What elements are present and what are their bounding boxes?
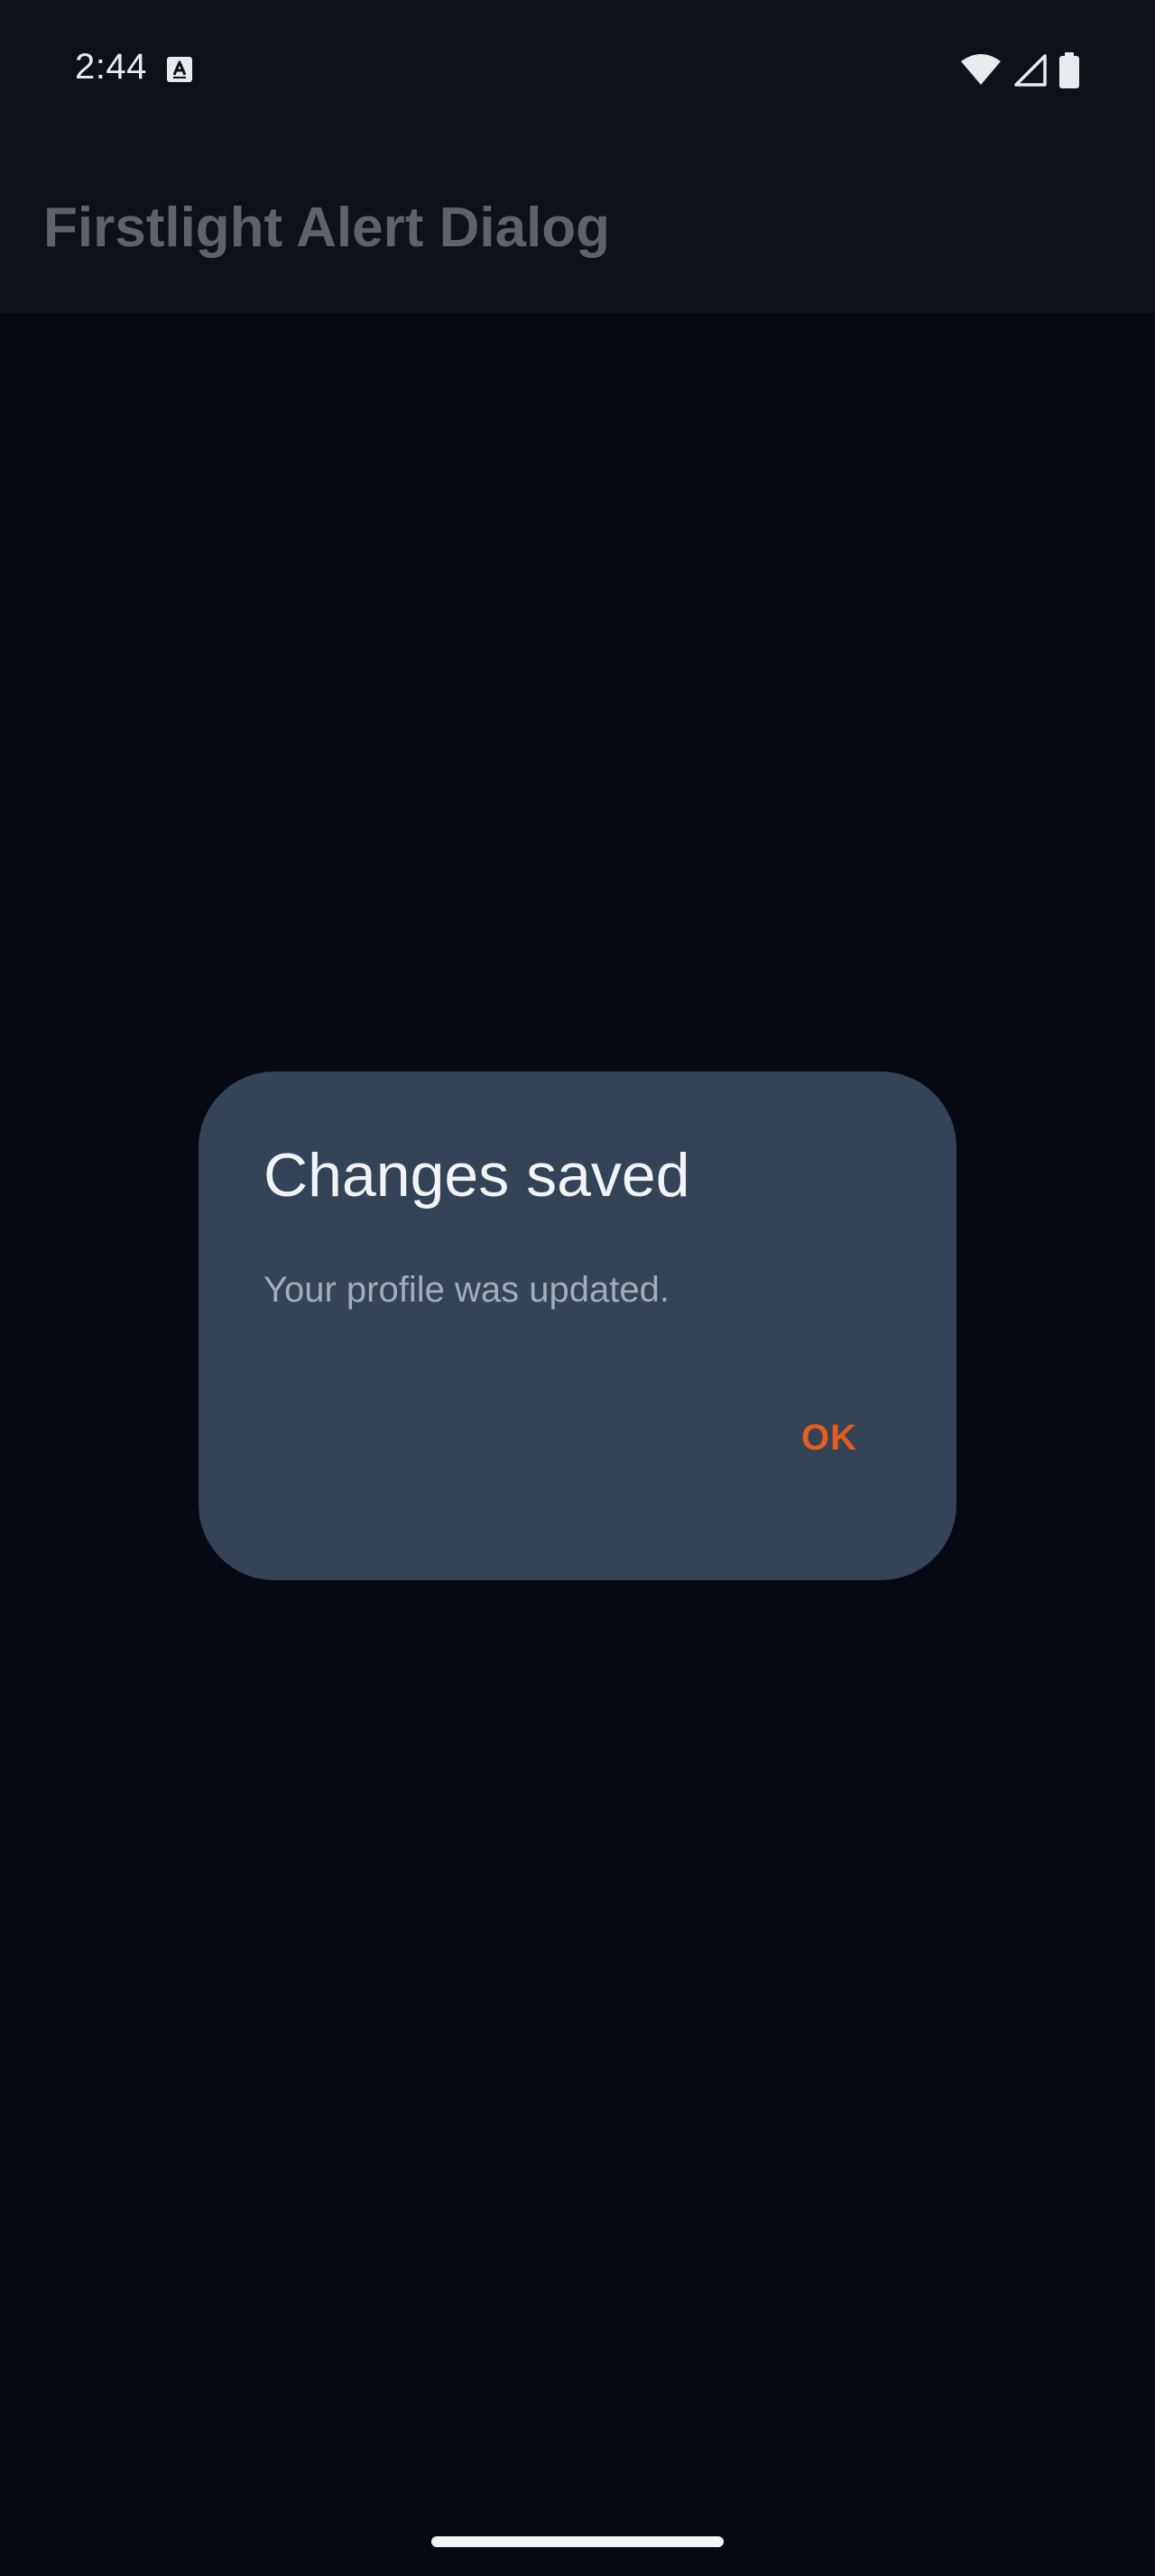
dialog-title: Changes saved bbox=[263, 1141, 690, 1210]
wifi-icon bbox=[961, 54, 1001, 85]
text-notification-icon bbox=[167, 57, 192, 82]
dialog-message: Your profile was updated. bbox=[263, 1270, 670, 1310]
alert-dialog: Changes saved Your profile was updated. … bbox=[199, 1072, 956, 1580]
status-bar: 2:44 bbox=[0, 0, 1155, 140]
status-icons bbox=[960, 51, 1079, 90]
status-time: 2:44 bbox=[75, 47, 147, 87]
app-bar: Firstlight Alert Dialog bbox=[0, 140, 1155, 313]
screen: 2:44 Firstlight Alert Dialog Changes sav… bbox=[0, 0, 1155, 2576]
ok-button[interactable]: OK bbox=[787, 1409, 872, 1467]
battery-icon bbox=[1059, 52, 1079, 88]
gesture-navigation-handle[interactable] bbox=[431, 2536, 724, 2547]
app-title: Firstlight Alert Dialog bbox=[43, 197, 611, 259]
cell-signal-icon bbox=[1014, 54, 1047, 87]
